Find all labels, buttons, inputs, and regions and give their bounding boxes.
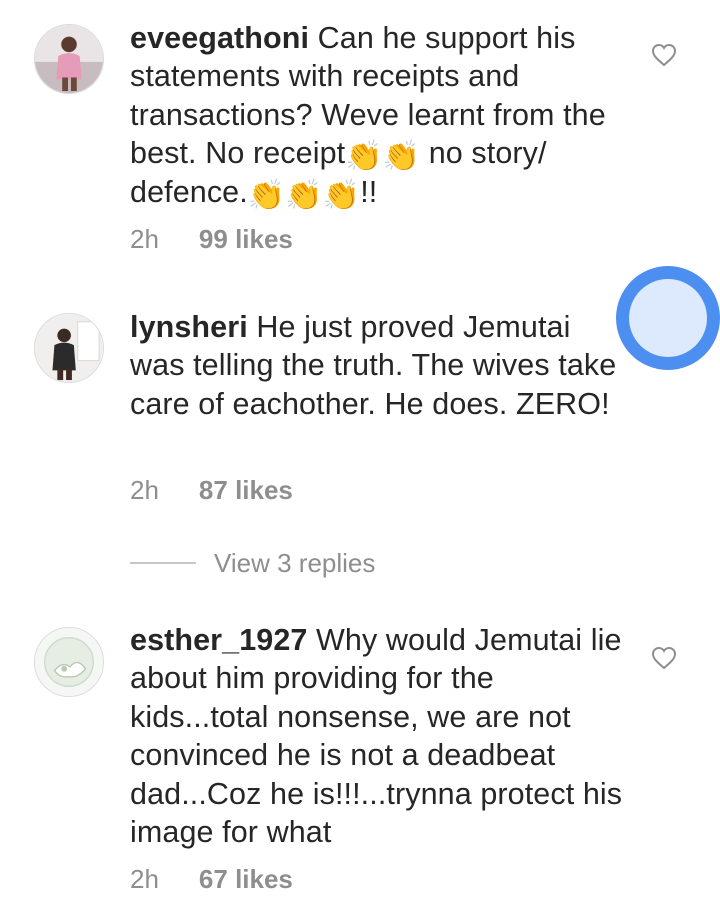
avatar-photo [35, 25, 103, 93]
comment-meta: 2h 99 likes [130, 224, 293, 254]
comment-meta: 2h 87 likes [130, 475, 293, 505]
avatar-lynsheri[interactable] [34, 313, 104, 383]
avatar-eveegathoni[interactable] [34, 24, 104, 94]
touch-indicator-inner [629, 279, 707, 357]
comment-likes[interactable]: 67 likes [199, 864, 293, 894]
avatar-photo [35, 314, 103, 382]
comment-text: esther_1927 Why would Jemutai lie about … [130, 621, 630, 851]
comment-body-text-end: !! [360, 174, 378, 209]
avatar-esther-1927[interactable] [34, 627, 104, 697]
view-replies-button[interactable]: View 3 replies [130, 548, 375, 578]
clapping-hands-emoji: 👏👏👏 [247, 178, 361, 212]
comment-username[interactable]: eveegathoni [130, 21, 309, 55]
comment-text: eveegathoni Can he support his statement… [130, 19, 630, 211]
avatar-photo [35, 628, 103, 696]
clapping-hands-emoji: 👏👏 [345, 140, 421, 174]
comment-time: 2h [130, 224, 159, 254]
comment-meta: 2h 67 likes [130, 864, 293, 894]
touch-indicator [616, 266, 720, 370]
heart-icon[interactable] [651, 43, 677, 67]
comment-username[interactable]: esther_1927 [130, 623, 307, 657]
comment-likes[interactable]: 87 likes [199, 475, 293, 505]
comment-time: 2h [130, 864, 159, 894]
comment-time: 2h [130, 475, 159, 505]
replies-divider-line [130, 562, 196, 564]
comment-likes[interactable]: 99 likes [199, 224, 293, 254]
comment-username[interactable]: lynsheri [130, 310, 248, 344]
comment-text: lynsheri He just proved Jemutai was tell… [130, 308, 630, 423]
heart-icon[interactable] [651, 646, 677, 670]
view-replies-label: View 3 replies [214, 548, 376, 578]
